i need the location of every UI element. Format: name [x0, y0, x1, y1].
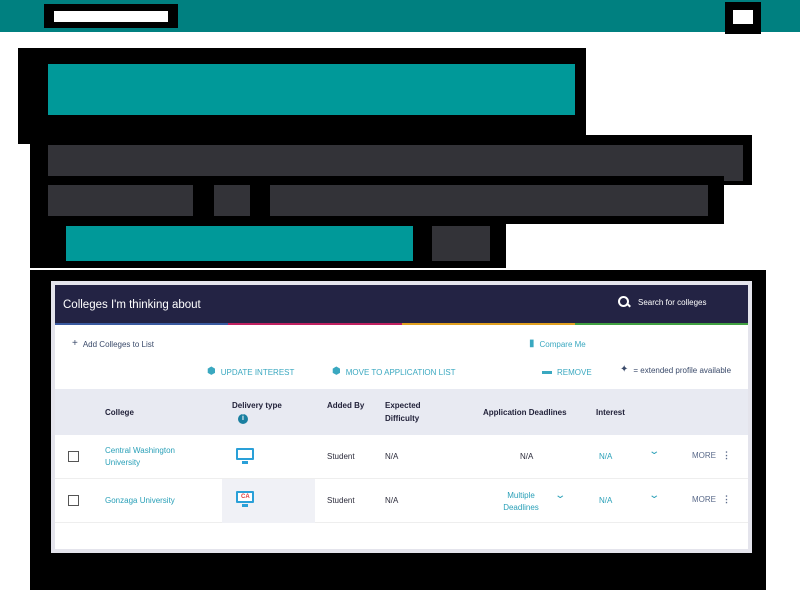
intro-link[interactable] [66, 226, 413, 261]
college-search[interactable]: Search for colleges [618, 296, 706, 308]
college-link[interactable]: Central Washington University [105, 445, 195, 469]
compare-me-button[interactable]: ▮ Compare Me [529, 339, 586, 349]
trash-icon: ▬ [542, 366, 552, 377]
compare-me-label: Compare Me [539, 339, 586, 349]
chevron-down-icon[interactable]: ⌄ [554, 490, 566, 501]
chevron-down-icon[interactable]: ⌄ [648, 490, 660, 501]
color-stripe [55, 323, 748, 325]
bar-chart-icon: ▮ [529, 338, 535, 349]
colleges-card: Colleges I'm thinking about Search for c… [55, 285, 748, 549]
more-button[interactable]: MORE [692, 495, 716, 504]
info-icon[interactable]: i [238, 414, 248, 424]
search-label[interactable]: Search for colleges [638, 298, 706, 307]
kebab-icon[interactable]: ⋮ [722, 494, 731, 505]
kebab-icon[interactable]: ⋮ [722, 450, 731, 461]
monitor-icon [236, 448, 254, 464]
delivery-type-header[interactable]: Delivery type [232, 399, 282, 412]
add-colleges-button[interactable]: + Add Colleges to List [72, 339, 154, 349]
move-to-application-label: MOVE TO APPLICATION LIST [345, 367, 456, 377]
move-to-application-button[interactable]: ⬢ MOVE TO APPLICATION LIST [332, 367, 456, 377]
row-checkbox[interactable] [68, 495, 79, 506]
chevron-down-icon[interactable]: ⌄ [648, 446, 660, 457]
remove-button[interactable]: ▬ REMOVE [542, 367, 592, 377]
deadlines-link[interactable]: Multiple Deadlines [499, 490, 543, 514]
graduation-cap-icon: ⬢ [207, 366, 216, 377]
page-heading [48, 64, 575, 115]
added-by-header[interactable]: Added By [327, 399, 367, 412]
interest-select[interactable]: N/A [599, 495, 612, 507]
intro-line-2b [214, 185, 250, 216]
update-interest-button[interactable]: ⬢ UPDATE INTEREST [207, 367, 294, 377]
added-by-value: Student [327, 496, 355, 505]
deadlines-value: N/A [520, 452, 534, 461]
common-app-badge: CA [241, 494, 250, 500]
application-deadlines-header[interactable]: Application Deadlines [483, 406, 567, 419]
search-icon[interactable] [618, 296, 630, 308]
difficulty-value: N/A [385, 496, 399, 505]
table-row: Gonzaga University CA Student N/A Multip… [55, 479, 748, 523]
top-nav-bar [0, 0, 800, 34]
intro-line-2c [270, 185, 708, 216]
delivery-cell: CA [222, 479, 315, 523]
added-by-value: Student [327, 452, 355, 461]
remove-label: REMOVE [557, 367, 592, 377]
sparkle-icon: ✦ [620, 364, 629, 375]
interest-select[interactable]: N/A [599, 451, 612, 463]
card-header: Colleges I'm thinking about Search for c… [55, 285, 748, 323]
more-button[interactable]: MORE [692, 451, 716, 460]
college-link[interactable]: Gonzaga University [105, 495, 175, 507]
site-logo[interactable] [44, 4, 178, 28]
row-checkbox[interactable] [68, 451, 79, 462]
menu-icon[interactable] [725, 2, 761, 34]
college-header[interactable]: College [105, 406, 134, 419]
plus-icon: + [72, 338, 78, 349]
expected-difficulty-header[interactable]: Expected Difficulty [385, 399, 441, 425]
table-header: College Delivery type i Added By Expecte… [55, 389, 748, 435]
interest-header[interactable]: Interest [596, 406, 625, 419]
extended-profile-label: = extended profile available [633, 365, 732, 375]
table-row: Central Washington University Student N/… [55, 435, 748, 479]
update-interest-label: UPDATE INTEREST [220, 367, 295, 377]
difficulty-value: N/A [385, 452, 399, 461]
add-colleges-label: Add Colleges to List [82, 339, 154, 349]
extended-profile-legend: ✦ = extended profile available [620, 365, 731, 375]
intro-line-3b [432, 226, 490, 261]
graduation-cap-icon: ⬢ [332, 366, 341, 377]
intro-line-2a [48, 185, 193, 216]
card-title: Colleges I'm thinking about [63, 299, 201, 311]
delivery-cell [222, 435, 315, 479]
